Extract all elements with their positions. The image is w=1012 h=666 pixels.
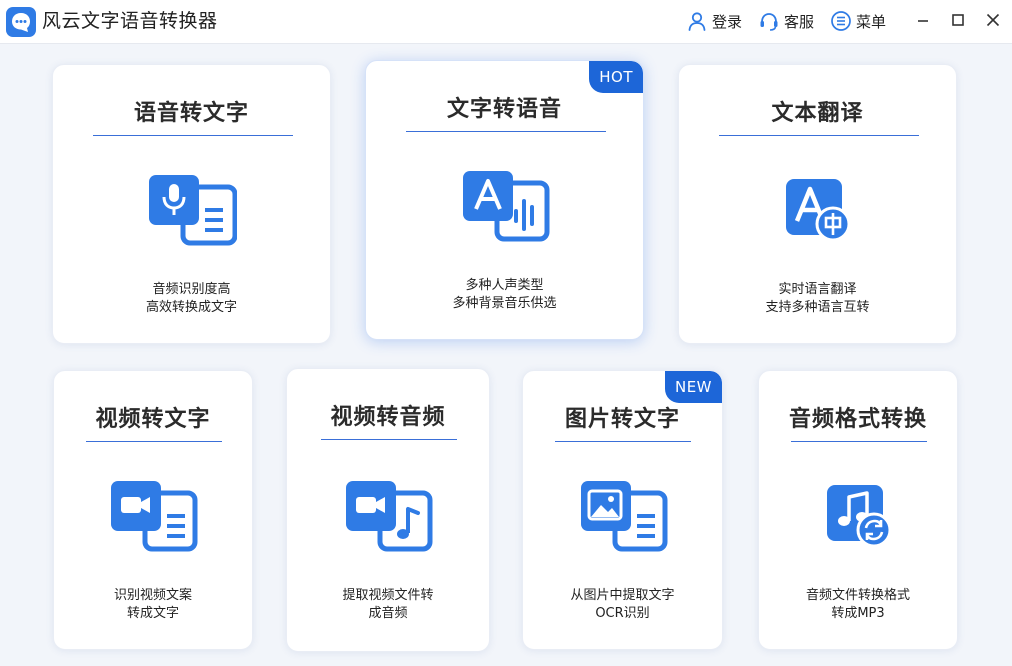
music-convert-icon: [827, 485, 892, 548]
card-desc-line1: 实时语言翻译: [778, 282, 857, 297]
card-title: 视频转音频: [330, 405, 446, 430]
login-button[interactable]: 登录: [686, 9, 742, 33]
card-desc-line1: 识别视频文案: [113, 588, 192, 603]
card-title: 图片转文字: [564, 407, 680, 432]
card-image-to-text[interactable]: NEW 图片转文字 从图片中提取文字 OCR识别: [522, 370, 723, 650]
card-desc-line1: 从图片中提取文字: [570, 588, 675, 603]
card-title: 语音转文字: [133, 101, 249, 126]
card-audio-format-convert[interactable]: 音频格式转换 音频文件转换格式 转成MP3: [758, 370, 958, 650]
card-title: 视频转文字: [95, 407, 211, 432]
minimize-icon: [918, 20, 928, 22]
app-logo-icon: [6, 7, 36, 37]
title-bar: 风云文字语音转换器 登录 客服 菜单: [0, 0, 1012, 44]
card-text-translation[interactable]: 文本翻译 实时语言翻译 支持多种语言互转: [678, 64, 957, 344]
card-title: 文本翻译: [771, 101, 864, 126]
card-desc-line2: 转成文字: [126, 606, 179, 621]
card-text-to-speech[interactable]: HOT 文字转语音 多种人声类型 多种背景音乐供选: [365, 60, 644, 340]
headset-icon: [760, 13, 778, 31]
text-to-speech-icon: [463, 171, 550, 242]
card-divider: [719, 135, 919, 136]
close-icon: [986, 13, 1000, 27]
card-desc-line1: 音频文件转换格式: [805, 588, 910, 603]
minimize-button[interactable]: [912, 9, 934, 31]
card-divider: [791, 441, 927, 442]
video-music-icon: [346, 481, 433, 552]
app-title: 风云文字语音转换器: [42, 10, 218, 32]
card-desc-line2: 高效转换成文字: [145, 300, 237, 315]
service-label: 客服: [784, 12, 815, 31]
card-video-to-text[interactable]: 视频转文字 识别视频文案 转成文字: [53, 370, 253, 650]
translate-icon: [786, 179, 851, 242]
card-title: 音频格式转换: [788, 407, 927, 432]
card-desc-line2: OCR识别: [595, 606, 650, 621]
card-desc-line2: 多种背景音乐供选: [452, 296, 557, 311]
card-desc-line1: 多种人声类型: [465, 278, 544, 293]
card-desc-line2: 支持多种语言互转: [765, 300, 870, 315]
mic-document-icon: [149, 175, 237, 246]
close-button[interactable]: [982, 9, 1004, 31]
customer-service-button[interactable]: 客服: [758, 9, 814, 33]
card-desc-line2: 成音频: [368, 606, 408, 621]
card-divider: [93, 135, 293, 136]
card-divider: [555, 441, 691, 442]
card-desc-line1: 提取视频文件转: [342, 588, 434, 603]
maximize-icon: [952, 14, 964, 26]
card-divider: [321, 439, 457, 440]
card-divider: [406, 131, 606, 132]
menu-label: 菜单: [856, 12, 887, 31]
card-divider: [86, 441, 222, 442]
menu-button[interactable]: 菜单: [830, 9, 886, 33]
login-label: 登录: [712, 12, 743, 31]
user-icon: [688, 12, 706, 31]
hot-badge: HOT: [589, 61, 643, 93]
new-badge: NEW: [664, 371, 722, 403]
card-desc-line1: 音频识别度高: [152, 282, 231, 297]
card-desc-line2: 转成MP3: [831, 606, 885, 621]
video-document-icon: [111, 481, 198, 552]
maximize-button[interactable]: [947, 9, 969, 31]
card-title: 文字转语音: [446, 97, 562, 122]
card-video-to-audio[interactable]: 视频转音频 提取视频文件转 成音频: [286, 368, 490, 652]
menu-icon: [831, 11, 851, 31]
image-document-icon: [581, 481, 668, 552]
card-speech-to-text[interactable]: 语音转文字 音频识别度高 高效转换成文字: [52, 64, 331, 344]
